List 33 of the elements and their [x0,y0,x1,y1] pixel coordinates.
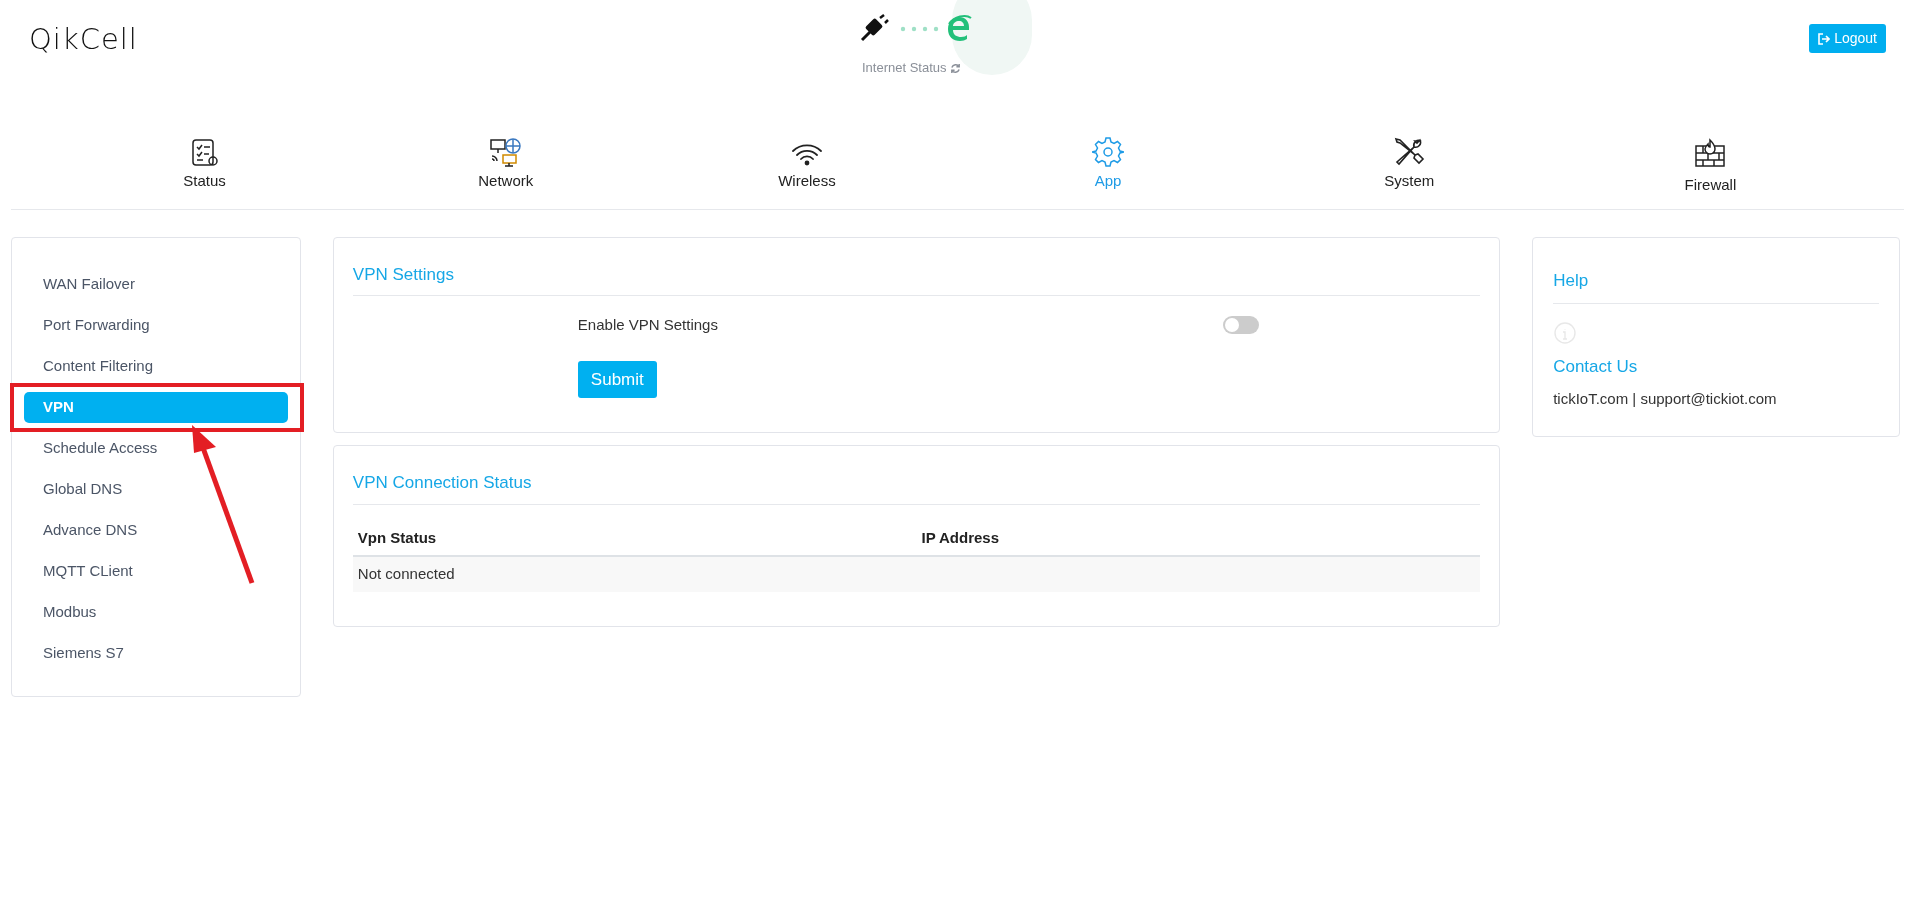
section-title: VPN Settings [352,261,1481,296]
nav-tab[interactable]: Firewall [1559,136,1862,197]
sidebar-item[interactable]: Modbus [24,591,288,633]
network-icon [488,136,523,168]
sidebar-item[interactable]: Content Filtering [24,345,288,387]
sidebar-item[interactable]: WAN Failover [24,263,288,305]
sidebar-item[interactable]: Schedule Access [24,427,288,469]
browser-e-icon [946,14,972,42]
tools-icon [1393,136,1426,168]
logout-icon [1818,32,1831,45]
nav-tab[interactable]: Network [355,136,657,197]
toggle-label: Enable VPN Settings [577,315,719,335]
nav-tab[interactable]: Wireless [656,136,958,197]
firewall-icon [1694,136,1727,168]
contact-title: Contact Us [1553,356,1639,378]
settings-icon [1092,136,1125,168]
sidebar-item[interactable]: MQTT CLient [24,550,288,592]
nav-tab[interactable]: System [1258,136,1560,197]
section-title: VPN Connection Status [352,470,1481,505]
sidebar-item[interactable]: Siemens S7 [24,632,288,674]
toggle-switch[interactable] [1222,316,1259,335]
sidebar-item[interactable]: Global DNS [24,468,288,510]
contact-text: tickIoT.com | support@tickiot.com [1553,388,1778,409]
help-title: Help [1553,267,1879,304]
internet-status-label: Internet Status [862,60,947,75]
refresh-icon[interactable] [950,63,962,75]
nav-tab[interactable]: Status [54,136,356,197]
checklist-icon [189,136,220,168]
sidebar-item[interactable]: Advance DNS [24,509,288,551]
table-cell: Not connected [357,565,455,582]
logo: QikCell [29,21,138,58]
sidebar-item[interactable]: Port Forwarding [24,304,288,346]
plug-icon [860,14,890,42]
